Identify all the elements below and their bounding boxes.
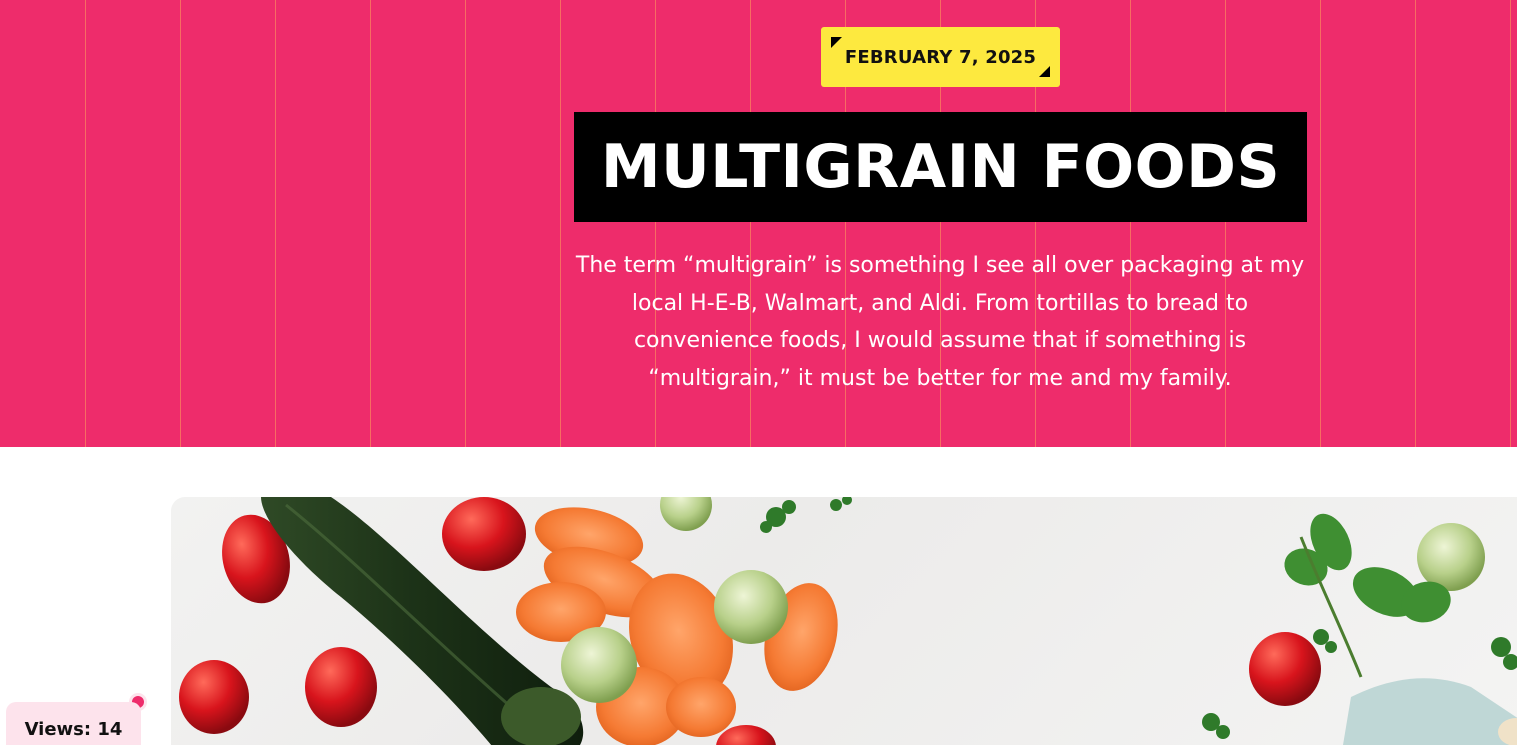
- post-title-box: MULTIGRAIN FOODS: [574, 112, 1307, 222]
- post-title: MULTIGRAIN FOODS: [600, 132, 1281, 202]
- post-intro-line: The term “multigrain” is something I see…: [575, 253, 1305, 278]
- post-date-badge: FEBRUARY 7, 2025: [821, 27, 1060, 87]
- post-intro: The term “multigrain” is something I see…: [520, 247, 1360, 397]
- post-intro-line: “multigrain,” it must be better for me a…: [648, 365, 1232, 391]
- post-date: FEBRUARY 7, 2025: [844, 46, 1037, 68]
- views-counter: Views: 14: [6, 702, 141, 745]
- badge-corner-decoration: [831, 37, 842, 48]
- vegetables-photo-icon: [179, 497, 1517, 745]
- post-hero: FEBRUARY 7, 2025 MULTIGRAIN FOODS The te…: [0, 0, 1517, 447]
- featured-image: [171, 497, 1517, 745]
- post-intro-line: local H-E-B, Walmart, and Aldi. From tor…: [631, 290, 1249, 316]
- post-intro-line: convenience foods, I would assume that i…: [633, 328, 1247, 353]
- badge-corner-decoration: [1039, 66, 1050, 77]
